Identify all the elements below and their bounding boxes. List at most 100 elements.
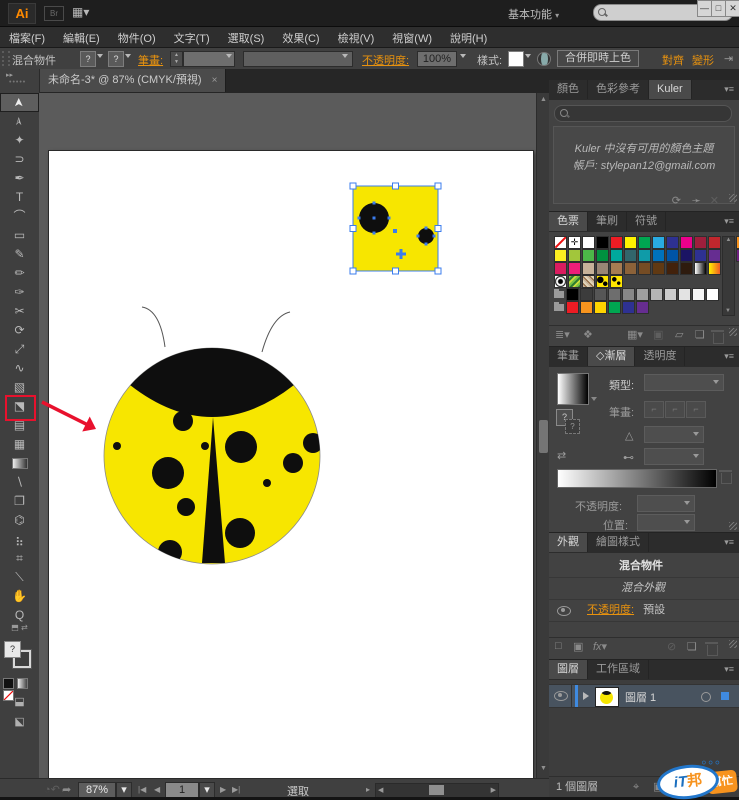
new-folder-icon[interactable]: ▱ — [675, 328, 683, 341]
swatch[interactable] — [708, 236, 721, 249]
menu-物件(O)[interactable]: 物件(O) — [109, 27, 165, 49]
prev-artboard-icon[interactable]: ◀ — [154, 785, 160, 794]
swatch[interactable] — [610, 236, 623, 249]
ladybug-spot[interactable] — [152, 457, 184, 489]
swatch[interactable] — [652, 236, 665, 249]
swatch[interactable] — [608, 288, 621, 301]
artboard-number-field[interactable]: 1 — [165, 782, 199, 798]
tab-色票[interactable]: 色票 — [549, 212, 588, 231]
swatch[interactable] — [580, 288, 593, 301]
maximize-button[interactable]: □ — [711, 0, 726, 17]
variable-width-select[interactable] — [243, 51, 353, 67]
menu-說明(H)[interactable]: 說明(H) — [441, 27, 496, 49]
selection-handle[interactable] — [392, 182, 399, 190]
new-effect-icon[interactable]: fx▾ — [593, 640, 607, 653]
vertical-scrollbar[interactable]: ▲ ▼ — [536, 93, 550, 778]
gradient-thumbnail[interactable] — [557, 373, 589, 405]
share-icon[interactable]: ➦ — [62, 783, 71, 796]
ladybug-spot[interactable] — [225, 518, 255, 548]
tab-繪圖樣式[interactable]: 繪圖樣式 — [588, 533, 649, 552]
new-swatch-icon[interactable]: ❏ — [695, 328, 705, 341]
ladybug-spot[interactable] — [263, 479, 271, 487]
hand-tool[interactable]: ✋ — [0, 587, 39, 606]
color-group-icon[interactable]: ❖ — [583, 328, 593, 341]
swatch-registration[interactable]: ✛ — [568, 236, 581, 249]
swatch[interactable] — [650, 288, 663, 301]
layer-name[interactable]: 圖層 1 — [625, 689, 656, 705]
swatch[interactable] — [594, 301, 607, 314]
scroll-up-icon[interactable]: ▲ — [540, 96, 547, 103]
toolbar-header[interactable]: ▸▸ ••••• — [0, 69, 40, 93]
workspace-switcher[interactable]: 基本功能 ▾ — [508, 6, 559, 22]
refresh-icon[interactable]: ⟳ — [672, 194, 681, 207]
swatch[interactable] — [666, 249, 679, 262]
symbol-sprayer-tool[interactable]: ⌬ — [0, 511, 39, 530]
fill-box[interactable]: ? — [4, 641, 21, 658]
layer-thumbnail[interactable] — [595, 687, 619, 707]
swatch[interactable] — [596, 262, 609, 275]
swatch-folder-icon[interactable] — [554, 288, 565, 299]
live-paint-selection-tool[interactable]: ▤ — [0, 416, 39, 435]
fill-dropdown-icon[interactable] — [97, 54, 103, 58]
transform-panel-link[interactable]: 變形 — [692, 52, 714, 68]
lasso-tool[interactable]: ⊃ — [0, 150, 39, 169]
paintbrush-tool[interactable]: ✎ — [0, 245, 39, 264]
swatch[interactable] — [566, 301, 579, 314]
first-artboard-icon[interactable]: |◀ — [138, 785, 146, 794]
swatch[interactable] — [638, 236, 651, 249]
zoom-dropdown-icon[interactable]: ▾ — [116, 782, 132, 798]
square-small-dot[interactable] — [418, 228, 434, 244]
status-menu-icon[interactable]: ▸ — [366, 785, 370, 794]
panel-menu-icon[interactable]: ▾≡ — [724, 84, 734, 95]
menu-效果(C)[interactable]: 效果(C) — [273, 27, 328, 49]
swatch[interactable] — [680, 262, 693, 275]
anchor-point[interactable] — [372, 201, 376, 205]
swatch[interactable] — [638, 262, 651, 275]
panel-menu-icon[interactable]: ▾≡ — [724, 537, 734, 548]
ladybug-spot[interactable] — [177, 498, 195, 516]
tab-◇漸層[interactable]: ◇漸層 — [588, 347, 636, 366]
swatch[interactable] — [594, 288, 607, 301]
swatch[interactable] — [638, 249, 651, 262]
appearance-row-opacity[interactable]: 不透明度: 預設 — [549, 599, 739, 622]
gradient-slider[interactable] — [557, 469, 717, 488]
swatch[interactable] — [694, 262, 707, 275]
type-tool[interactable]: T — [0, 188, 39, 207]
tab-close-icon[interactable]: × — [212, 69, 218, 92]
swatch[interactable] — [608, 301, 621, 314]
swatch[interactable] — [652, 262, 665, 275]
live-paint-bucket-tool[interactable]: ⬔ — [0, 395, 39, 421]
appearance-row-contents[interactable]: 混合外觀 — [549, 577, 739, 600]
duplicate-icon[interactable]: ❏ — [687, 640, 697, 653]
swatch-none[interactable] — [554, 236, 567, 249]
swatch[interactable] — [568, 275, 581, 288]
document-setup-icon[interactable] — [537, 52, 551, 66]
ladybug-spot[interactable] — [158, 540, 182, 564]
swatch[interactable] — [568, 262, 581, 275]
appearance-row-object[interactable]: 混合物件 — [549, 555, 739, 578]
minimize-button[interactable]: — — [697, 0, 712, 17]
fill-stroke-indicator[interactable]: ? — [4, 641, 34, 671]
swatch[interactable] — [706, 288, 719, 301]
line-segment-tool[interactable]: ⌒ — [0, 207, 39, 226]
pencil-tool[interactable]: ✏ — [0, 264, 39, 283]
artboard-tool[interactable]: ⌗ — [0, 549, 39, 568]
blob-brush-tool[interactable]: ✑ — [0, 283, 39, 302]
next-artboard-icon[interactable]: ▶ — [220, 785, 226, 794]
tab-Kuler[interactable]: Kuler — [649, 80, 692, 99]
eyedropper-tool[interactable]: ∖ — [0, 473, 39, 492]
stroke-dropdown-icon[interactable] — [125, 54, 131, 58]
document-tab[interactable]: 未命名-3* @ 87% (CMYK/預視) × — [40, 69, 227, 92]
eye-icon[interactable] — [557, 606, 571, 616]
zoom-level[interactable]: 87% — [78, 782, 116, 798]
locate-object-icon[interactable]: ⌖ — [633, 777, 639, 797]
swatch-libraries-icon[interactable]: ≣▾ — [555, 328, 570, 341]
anchor-point[interactable] — [424, 226, 428, 230]
selection-handle[interactable] — [349, 267, 357, 275]
ladybug-antenna[interactable] — [261, 311, 291, 353]
swatch-folder-icon[interactable] — [554, 301, 565, 312]
horizontal-scroll-thumb[interactable] — [429, 785, 444, 795]
panel-menu-icon[interactable]: ▾≡ — [724, 216, 734, 227]
swatch[interactable] — [624, 262, 637, 275]
screen-mode-button[interactable]: ⬕ — [0, 715, 39, 728]
